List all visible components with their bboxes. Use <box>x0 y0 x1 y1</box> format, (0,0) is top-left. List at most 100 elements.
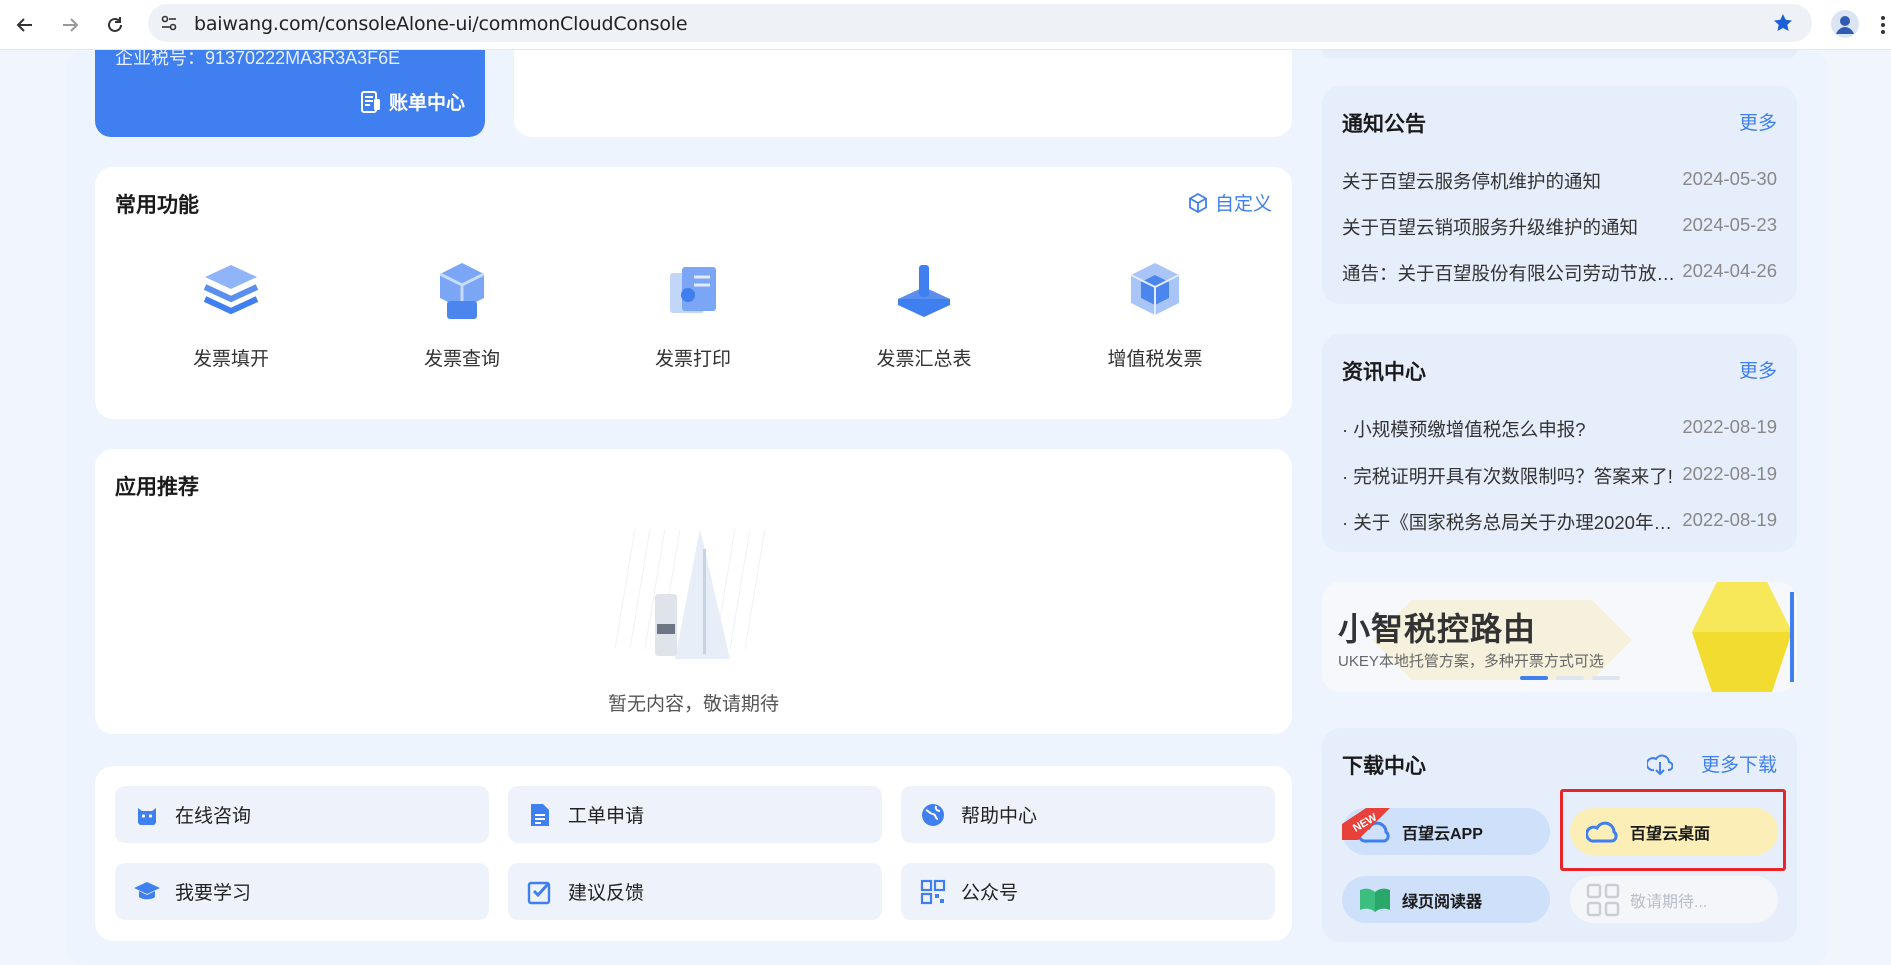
invoice-query-icon <box>439 263 485 319</box>
router-device-image <box>1692 582 1794 692</box>
notice-item-title: 通告：关于百望股份有限公司劳动节放假... <box>1342 263 1682 284</box>
func-label: 发票汇总表 <box>876 349 972 370</box>
notice-more-link[interactable]: 更多 <box>1739 108 1777 135</box>
product-banner[interactable]: 小智税控路由 UKEY本地托管方案，多种开票方式可选 <box>1322 582 1797 692</box>
vat-invoice-icon <box>1130 263 1180 315</box>
news-item-title: · 关于《国家税务总局关于办理2020年度... <box>1342 512 1682 533</box>
top-info-card <box>514 50 1292 137</box>
bill-center-link[interactable]: 账单中心 <box>359 88 465 115</box>
news-title: 资讯中心 <box>1342 361 1426 384</box>
notice-title: 通知公告 <box>1342 113 1426 136</box>
customize-button[interactable]: 自定义 <box>1187 189 1272 216</box>
func-invoice-issue[interactable]: 发票填开 <box>151 257 311 371</box>
notice-item[interactable]: 关于百望云销项服务升级维护的通知 2024-05-23 <box>1342 214 1777 240</box>
invoice-summary-icon <box>898 265 950 317</box>
account-card: 企业税号：91370222MA3R3A3F6E 账单中心 <box>95 50 485 137</box>
notice-item-date: 2024-04-26 <box>1682 260 1777 281</box>
site-settings-icon[interactable] <box>158 12 180 34</box>
notice-item[interactable]: 通告：关于百望股份有限公司劳动节放假... 2024-04-26 <box>1342 260 1777 286</box>
customize-label: 自定义 <box>1214 194 1272 215</box>
feedback-button[interactable]: 建议反馈 <box>508 863 882 920</box>
news-item-date: 2022-08-19 <box>1682 509 1777 530</box>
back-icon[interactable] <box>10 10 40 40</box>
grid-placeholder-icon <box>1586 883 1620 916</box>
url-text: baiwang.com/consoleAlone-ui/commonCloudC… <box>194 13 688 35</box>
news-more-link[interactable]: 更多 <box>1739 356 1777 383</box>
notice-item-title: 关于百望云服务停机维护的通知 <box>1342 171 1602 192</box>
banner-dot[interactable] <box>1556 676 1584 680</box>
notice-item-title: 关于百望云销项服务升级维护的通知 <box>1342 217 1639 238</box>
download-title: 下载中心 <box>1342 755 1426 778</box>
notice-item-date: 2024-05-23 <box>1682 214 1777 235</box>
ticket-apply-button[interactable]: 工单申请 <box>508 786 882 843</box>
news-item-title: · 完税证明开具有次数限制吗？答案来了! <box>1342 466 1673 487</box>
tool-label: 建议反馈 <box>568 883 645 904</box>
func-invoice-summary[interactable]: 发票汇总表 <box>844 257 1004 371</box>
invoice-print-icon <box>670 267 716 313</box>
bookmark-star-icon[interactable] <box>1772 12 1794 39</box>
tax-id-text: 企业税号：91370222MA3R3A3F6E <box>115 50 401 68</box>
banner-title: 小智税控路由 <box>1338 611 1537 647</box>
green-reader-download[interactable]: 绿页阅读器 <box>1342 876 1550 923</box>
official-account-button[interactable]: 公众号 <box>901 863 1275 920</box>
news-card: 资讯中心 更多 · 小规模预缴增值税怎么申报? 2022-08-19 · 完税证… <box>1322 334 1797 552</box>
online-consult-button[interactable]: 在线咨询 <box>115 786 489 843</box>
checklist-icon <box>526 878 554 906</box>
service-tools-card: 在线咨询 工单申请 帮助中心 我要学习 建议反馈 公众号 <box>95 766 1292 941</box>
news-item-title: · 小规模预缴增值税怎么申报? <box>1342 419 1586 440</box>
common-functions-title: 常用功能 <box>115 194 199 217</box>
banner-dot[interactable] <box>1520 676 1548 680</box>
func-label: 增值税发票 <box>1107 349 1203 370</box>
address-bar[interactable]: baiwang.com/consoleAlone-ui/commonCloudC… <box>148 4 1812 42</box>
cloud-download-icon[interactable] <box>1647 752 1673 776</box>
learning-button[interactable]: 我要学习 <box>115 863 489 920</box>
notice-item[interactable]: 关于百望云服务停机维护的通知 2024-05-30 <box>1342 168 1777 194</box>
app-label: 绿页阅读器 <box>1402 893 1483 911</box>
func-invoice-print[interactable]: 发票打印 <box>613 257 773 371</box>
document-icon <box>526 801 554 829</box>
open-book-icon <box>1360 888 1390 912</box>
app-label: 百望云APP <box>1402 825 1483 843</box>
news-item-date: 2022-08-19 <box>1682 463 1777 484</box>
tool-label: 工单申请 <box>568 806 645 827</box>
tool-label: 在线咨询 <box>175 806 252 827</box>
side-top-card <box>1322 50 1797 58</box>
news-item[interactable]: · 小规模预缴增值税怎么申报? 2022-08-19 <box>1342 416 1777 442</box>
qr-code-icon <box>919 878 947 906</box>
news-item[interactable]: · 关于《国家税务总局关于办理2020年度... 2022-08-19 <box>1342 509 1777 535</box>
news-item[interactable]: · 完税证明开具有次数限制吗？答案来了! 2022-08-19 <box>1342 463 1777 489</box>
cube-icon <box>1189 192 1207 213</box>
func-label: 发票打印 <box>654 349 731 370</box>
notice-card: 通知公告 更多 关于百望云服务停机维护的通知 2024-05-30 关于百望云销… <box>1322 86 1797 304</box>
new-badge: NEW <box>1342 808 1390 840</box>
func-label: 发票填开 <box>192 349 269 370</box>
app-recommend-card: 应用推荐 暂无内容，敬请期待 <box>95 449 1292 734</box>
tool-label: 公众号 <box>961 883 1019 904</box>
func-invoice-query[interactable]: 发票查询 <box>382 257 542 371</box>
func-vat-invoice[interactable]: 增值税发票 <box>1075 257 1235 371</box>
profile-avatar-icon[interactable] <box>1830 9 1860 39</box>
app-label: 敬请期待... <box>1630 893 1708 911</box>
empty-state-illustration <box>615 529 766 659</box>
globe-icon <box>919 801 947 829</box>
empty-state-text: 暂无内容，敬请期待 <box>607 694 779 715</box>
help-center-button[interactable]: 帮助中心 <box>901 786 1275 843</box>
forward-icon[interactable] <box>55 10 85 40</box>
banner-pagination <box>1520 676 1620 680</box>
browser-toolbar: baiwang.com/consoleAlone-ui/commonCloudC… <box>0 0 1891 50</box>
reload-icon[interactable] <box>100 10 130 40</box>
banner-dot[interactable] <box>1592 676 1620 680</box>
bill-center-label: 账单中心 <box>388 93 465 114</box>
tool-label: 帮助中心 <box>961 806 1038 827</box>
news-item-date: 2022-08-19 <box>1682 416 1777 437</box>
banner-subtitle: UKEY本地托管方案，多种开票方式可选 <box>1338 653 1604 670</box>
coming-soon-slot: 敬请期待... <box>1570 876 1778 923</box>
highlight-annotation-box <box>1560 789 1786 871</box>
bill-icon <box>360 90 380 113</box>
more-downloads-link[interactable]: 更多下载 <box>1701 750 1777 777</box>
notice-item-date: 2024-05-30 <box>1682 168 1777 189</box>
cat-chat-icon <box>133 801 161 829</box>
graduation-cap-icon <box>133 878 161 906</box>
common-functions-card: 常用功能 自定义 发票填开 发票查询 发票打印 发票汇总表 增值税发票 <box>95 167 1292 419</box>
browser-menu-icon[interactable] <box>1876 10 1890 40</box>
